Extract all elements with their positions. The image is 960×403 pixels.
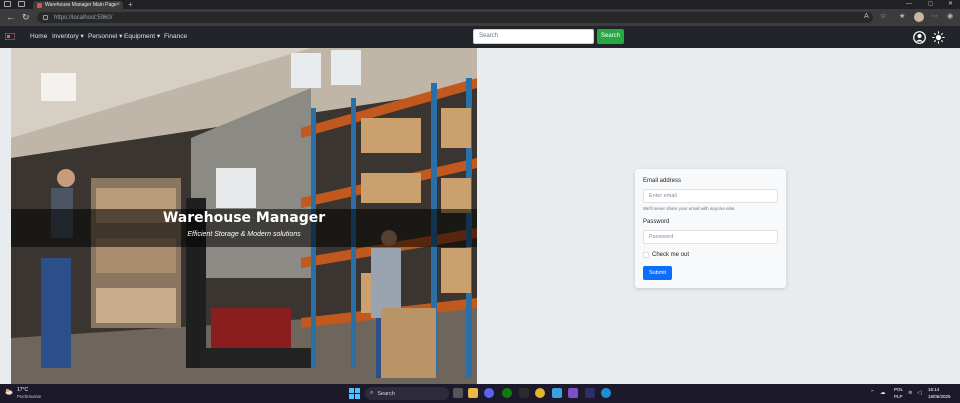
tab-close-icon[interactable]: × [116, 1, 120, 9]
clock-date[interactable]: 18/05/2025 [928, 394, 951, 399]
nav-finance[interactable]: Finance [164, 33, 187, 41]
password-label: Password [643, 219, 670, 225]
browser-tab-active[interactable]: Warehouse Manager Main Page × [33, 1, 123, 9]
main-content: Warehouse Manager Efficient Storage & Mo… [0, 48, 960, 384]
tab-title: Warehouse Manager Main Page [45, 2, 117, 8]
theme-toggle-sun-icon[interactable] [932, 31, 945, 44]
browser-profile-avatar[interactable] [914, 12, 924, 22]
tray-cloud-icon[interactable]: ☁ [880, 388, 886, 398]
address-bar[interactable]: https://localhost:5960/ [37, 12, 873, 23]
app-navbar: Home Inventory ▾ Personnel ▾ Equipment ▾… [0, 26, 960, 48]
workspaces-icon[interactable] [4, 1, 11, 7]
file-explorer-icon[interactable] [468, 388, 478, 398]
photos-icon[interactable] [552, 388, 562, 398]
nav-personnel-dropdown[interactable]: Personnel ▾ [88, 33, 122, 41]
login-form-card: Email address Enter email We'll never sh… [635, 169, 786, 288]
clock-time[interactable]: 16:14 [928, 387, 939, 392]
taskbar-search-label: Search [377, 390, 395, 397]
tray-overflow-icon[interactable]: ⌃ [870, 388, 875, 398]
remember-checkbox[interactable] [643, 252, 649, 258]
taskbar-search[interactable]: ⌕ Search [365, 387, 449, 400]
search-icon: ⌕ [370, 390, 374, 396]
remember-label[interactable]: Check me out [652, 252, 689, 258]
hero-title: Warehouse Manager [162, 210, 326, 226]
hero-subtitle: Efficient Storage & Modern solutions [187, 231, 301, 238]
back-icon[interactable]: ← [6, 12, 15, 22]
window-close-icon[interactable]: ✕ [948, 0, 953, 9]
page-margin [0, 48, 11, 384]
submit-button[interactable]: Submit [643, 266, 672, 280]
volume-icon[interactable]: ◁ [917, 388, 921, 398]
lock-icon [43, 15, 48, 20]
hero-image: Warehouse Manager Efficient Storage & Mo… [11, 48, 477, 384]
weather-temperature[interactable]: 17°C [17, 387, 28, 393]
url-text: https://localhost:5960/ [54, 14, 113, 21]
user-account-icon[interactable] [913, 31, 926, 44]
browser-tabstrip: Warehouse Manager Main Page × + — ◻ ✕ [0, 0, 960, 9]
keyboard-language[interactable]: POL [894, 387, 903, 392]
nav-equipment-dropdown[interactable]: Equipment ▾ [124, 33, 160, 41]
app-icon[interactable] [519, 388, 529, 398]
weather-cloud-icon[interactable] [5, 388, 13, 395]
brand-logo-icon[interactable] [5, 33, 15, 40]
copilot-icon[interactable]: ◉ [947, 13, 953, 21]
email-help-text: We'll never share your email with anyone… [643, 206, 736, 211]
task-view-icon[interactable] [453, 388, 463, 398]
search-button[interactable]: Search [597, 29, 624, 44]
window-maximize-icon[interactable]: ◻ [928, 0, 933, 9]
edge-icon[interactable] [601, 388, 611, 398]
tab-actions-icon[interactable] [18, 1, 25, 7]
windows-start-icon[interactable] [349, 388, 360, 399]
extensions-icon[interactable]: ⋯ [931, 13, 938, 21]
password-field[interactable]: Password [643, 230, 778, 244]
terminal-icon[interactable] [585, 388, 595, 398]
new-tab-icon[interactable]: + [128, 0, 133, 9]
reload-icon[interactable]: ↻ [22, 12, 30, 22]
email-label: Email address [643, 178, 682, 184]
read-aloud-icon[interactable]: A [864, 13, 869, 21]
visual-studio-icon[interactable] [568, 388, 578, 398]
email-field[interactable]: Enter email [643, 189, 778, 203]
xbox-icon[interactable] [502, 388, 512, 398]
browser-toolbar: ← ↻ https://localhost:5960/ A ☆ ★ ⋯ ◉ [0, 9, 960, 26]
favorite-star-icon[interactable]: ☆ [880, 13, 886, 21]
weather-description[interactable]: Pochmurnie [17, 394, 41, 399]
window-minimize-icon[interactable]: — [906, 0, 912, 9]
tab-favicon-icon [37, 2, 42, 8]
keyboard-layout[interactable]: PLP [894, 394, 903, 399]
chrome-icon[interactable] [535, 388, 545, 398]
favorites-icon[interactable]: ★ [899, 13, 905, 21]
wifi-icon[interactable]: ≋ [908, 388, 913, 398]
os-taskbar: 17°C Pochmurnie ⌕ Search ⌃ ☁ POL PLP ≋ ◁… [0, 384, 960, 403]
discord-icon[interactable] [484, 388, 494, 398]
search-input[interactable]: Search [473, 29, 594, 44]
nav-home[interactable]: Home [30, 33, 47, 41]
nav-inventory-dropdown[interactable]: Inventory ▾ [52, 33, 84, 41]
